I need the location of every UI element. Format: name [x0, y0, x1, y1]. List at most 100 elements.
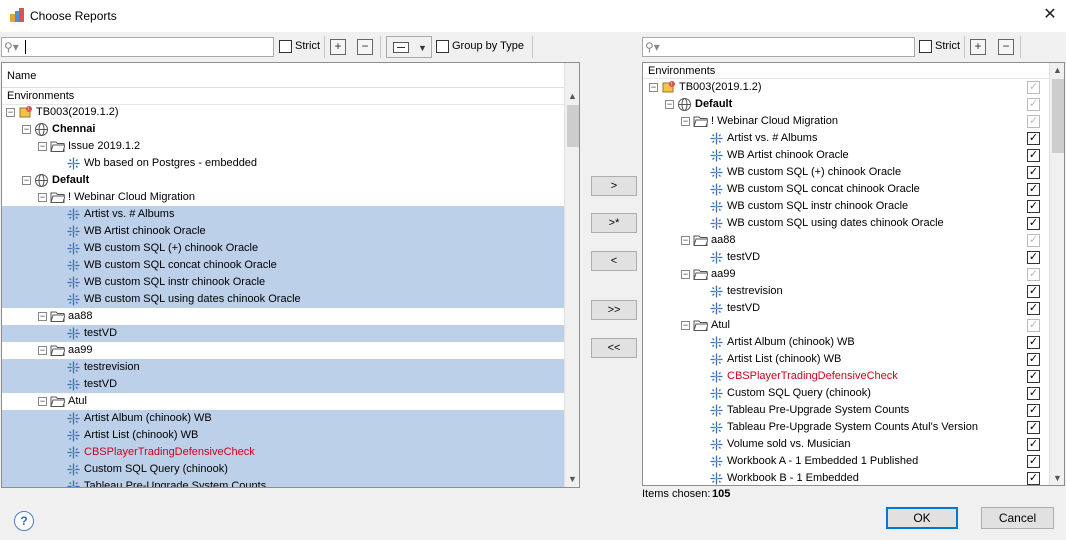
tree-item-folder[interactable]: − ! Webinar Cloud Migration ✓: [643, 113, 1049, 130]
tree-item-report[interactable]: Artist Album (chinook) WB ✓: [643, 334, 1049, 351]
chosen-reports-tree[interactable]: Environments −! TB003(2019.1.2) ✓ − Default ✓…: [642, 62, 1065, 486]
right-collapse-all-icon[interactable]: −: [998, 39, 1014, 55]
collapse-all-icon[interactable]: −: [357, 39, 373, 55]
include-checkbox[interactable]: ✓: [1027, 455, 1040, 468]
tree-item-report[interactable]: WB custom SQL concat chinook Oracle ✓: [643, 181, 1049, 198]
scroll-up-icon[interactable]: ▲: [565, 89, 579, 103]
include-checkbox[interactable]: ✓: [1027, 166, 1040, 179]
tree-item-folder[interactable]: − aa99 ✓: [643, 266, 1049, 283]
include-checkbox[interactable]: ✓: [1027, 472, 1040, 485]
include-checkbox[interactable]: ✓: [1027, 132, 1040, 145]
include-checkbox[interactable]: ✓: [1027, 217, 1040, 230]
left-strict-checkbox[interactable]: [279, 40, 292, 53]
expand-all-icon[interactable]: +: [330, 39, 346, 55]
scroll-down-icon[interactable]: ▼: [1050, 471, 1064, 485]
tree-item-report[interactable]: Workbook B - 1 Embedded ✓: [643, 470, 1049, 485]
tree-item-folder[interactable]: − Default ✓: [643, 96, 1049, 113]
collapse-toggle-icon[interactable]: −: [649, 83, 658, 92]
add-button[interactable]: >: [591, 176, 637, 196]
tree-item-report[interactable]: Artist Album (chinook) WB: [2, 410, 564, 427]
tree-item-folder[interactable]: − aa88: [2, 308, 564, 325]
tree-item-report[interactable]: WB Artist chinook Oracle: [2, 223, 564, 240]
tree-item-report[interactable]: testrevision ✓: [643, 283, 1049, 300]
tree-item-report[interactable]: Artist List (chinook) WB: [2, 427, 564, 444]
tree-item-report[interactable]: Workbook A - 1 Embedded 1 Published ✓: [643, 453, 1049, 470]
collapse-toggle-icon[interactable]: −: [38, 193, 47, 202]
tree-item-report[interactable]: WB custom SQL (+) chinook Oracle: [2, 240, 564, 257]
tree-item-folder[interactable]: − Chennai: [2, 121, 564, 138]
tree-item-report[interactable]: Custom SQL Query (chinook): [2, 461, 564, 478]
tree-item-report[interactable]: testVD ✓: [643, 300, 1049, 317]
include-checkbox[interactable]: ✓: [1027, 149, 1040, 162]
collapse-toggle-icon[interactable]: −: [38, 346, 47, 355]
ok-button[interactable]: OK: [886, 507, 958, 529]
include-checkbox[interactable]: ✓: [1027, 404, 1040, 417]
left-search-input[interactable]: ⚲▾: [1, 37, 274, 57]
collapse-toggle-icon[interactable]: −: [6, 108, 15, 117]
tree-item-report[interactable]: Tableau Pre-Upgrade System Counts ✓: [643, 402, 1049, 419]
tree-item-report[interactable]: CBSPlayerTradingDefensiveCheck ✓: [643, 368, 1049, 385]
right-strict-checkbox[interactable]: [919, 40, 932, 53]
add-all-button[interactable]: >>: [591, 300, 637, 320]
remove-button[interactable]: <: [591, 251, 637, 271]
tree-item-folder[interactable]: − aa88 ✓: [643, 232, 1049, 249]
include-checkbox[interactable]: ✓: [1027, 336, 1040, 349]
tree-item-report[interactable]: Artist vs. # Albums ✓: [643, 130, 1049, 147]
include-checkbox[interactable]: ✓: [1027, 438, 1040, 451]
tree-item-report[interactable]: testVD: [2, 376, 564, 393]
tree-item-report[interactable]: Artist List (chinook) WB ✓: [643, 351, 1049, 368]
tree-item-report[interactable]: testVD: [2, 325, 564, 342]
tree-item-report[interactable]: CBSPlayerTradingDefensiveCheck: [2, 444, 564, 461]
collapse-toggle-icon[interactable]: −: [681, 117, 690, 126]
include-checkbox[interactable]: ✓: [1027, 183, 1040, 196]
tree-item-report[interactable]: Volume sold vs. Musician ✓: [643, 436, 1049, 453]
tree-item-report[interactable]: WB Artist chinook Oracle ✓: [643, 147, 1049, 164]
tree-item-report[interactable]: WB custom SQL instr chinook Oracle ✓: [643, 198, 1049, 215]
tree-item-report[interactable]: Wb based on Postgres - embedded: [2, 155, 564, 172]
tree-item-report[interactable]: WB custom SQL using dates chinook Oracle: [2, 291, 564, 308]
right-expand-all-icon[interactable]: +: [970, 39, 986, 55]
include-checkbox[interactable]: ✓: [1027, 387, 1040, 400]
tree-item-report[interactable]: Artist vs. # Albums: [2, 206, 564, 223]
collapse-toggle-icon[interactable]: −: [22, 125, 31, 134]
collapse-toggle-icon[interactable]: −: [681, 321, 690, 330]
tree-item-folder[interactable]: −! TB003(2019.1.2) ✓: [643, 79, 1049, 96]
remove-all-button[interactable]: <<: [591, 338, 637, 358]
include-checkbox[interactable]: ✓: [1027, 251, 1040, 264]
cancel-button[interactable]: Cancel: [981, 507, 1054, 529]
tree-item-report[interactable]: testVD ✓: [643, 249, 1049, 266]
collapse-toggle-icon[interactable]: −: [665, 100, 674, 109]
collapse-toggle-icon[interactable]: −: [22, 176, 31, 185]
collapse-toggle-icon[interactable]: −: [38, 142, 47, 151]
collapse-toggle-icon[interactable]: −: [681, 236, 690, 245]
tree-item-report[interactable]: testrevision: [2, 359, 564, 376]
collapse-toggle-icon[interactable]: −: [38, 312, 47, 321]
collapse-toggle-icon[interactable]: −: [681, 270, 690, 279]
scroll-up-icon[interactable]: ▲: [1050, 63, 1064, 77]
tree-item-folder[interactable]: − aa99: [2, 342, 564, 359]
include-checkbox[interactable]: ✓: [1027, 353, 1040, 366]
right-scrollbar[interactable]: ▲ ▼: [1049, 63, 1064, 485]
scroll-thumb[interactable]: [567, 105, 579, 147]
tree-item-folder[interactable]: − Default: [2, 172, 564, 189]
column-header[interactable]: Name: [2, 63, 564, 88]
add-with-children-button[interactable]: >*: [591, 213, 637, 233]
include-checkbox[interactable]: ✓: [1027, 285, 1040, 298]
tree-item-report[interactable]: WB custom SQL using dates chinook Oracle…: [643, 215, 1049, 232]
include-checkbox[interactable]: ✓: [1027, 370, 1040, 383]
right-search-input[interactable]: ⚲▾: [642, 37, 915, 57]
close-icon[interactable]: ✕: [1040, 5, 1060, 25]
include-checkbox[interactable]: ✓: [1027, 421, 1040, 434]
scroll-down-icon[interactable]: ▼: [565, 472, 579, 486]
collapse-toggle-icon[interactable]: −: [38, 397, 47, 406]
left-scrollbar[interactable]: ▲ ▼: [564, 63, 579, 487]
scroll-thumb[interactable]: [1052, 79, 1064, 153]
tree-item-folder[interactable]: − ! Webinar Cloud Migration: [2, 189, 564, 206]
tree-item-folder[interactable]: − Issue 2019.1.2: [2, 138, 564, 155]
tree-item-folder[interactable]: − Atul ✓: [643, 317, 1049, 334]
filter-dropdown[interactable]: ▼: [386, 36, 432, 58]
available-reports-tree[interactable]: Name Environments −! TB003(2019.1.2) − Chen…: [1, 62, 580, 488]
include-checkbox[interactable]: ✓: [1027, 200, 1040, 213]
tree-item-report[interactable]: WB custom SQL (+) chinook Oracle ✓: [643, 164, 1049, 181]
tree-item-folder[interactable]: − Atul: [2, 393, 564, 410]
